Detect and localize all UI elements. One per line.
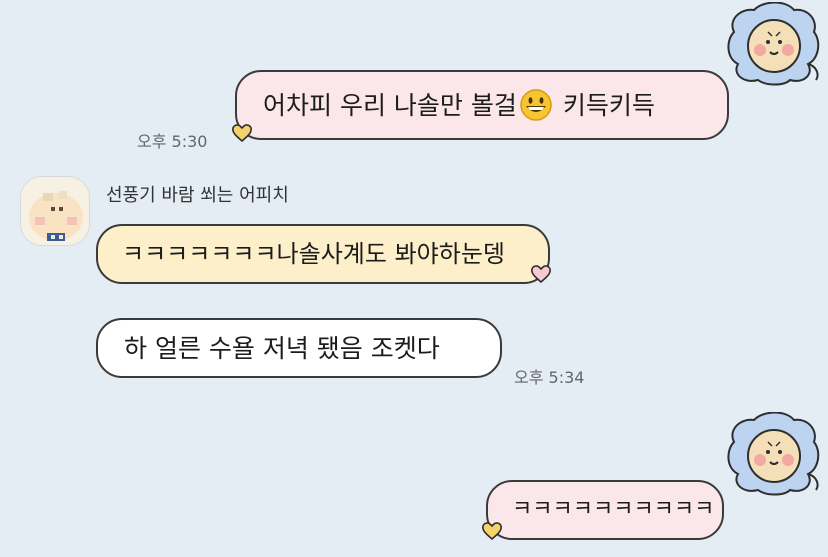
my-message-bubble[interactable]: ㅋㅋㅋㅋㅋㅋㅋㅋㅋㅋ bbox=[486, 480, 724, 540]
peer-message-bubble[interactable]: ㅋㅋㅋㅋㅋㅋㅋ나솔사계도 봐야하눈뎅 bbox=[96, 224, 550, 284]
lion-avatar-icon[interactable] bbox=[724, 412, 822, 496]
peer-message-bubble[interactable]: 하 얼른 수욜 저녁 됐음 조켓다 bbox=[96, 318, 502, 378]
grinning-face-emoji-icon bbox=[520, 89, 552, 121]
peer-avatar[interactable] bbox=[20, 176, 90, 246]
message-time: 오후 5:30 bbox=[137, 132, 208, 151]
message-text: ㅋㅋㅋㅋㅋㅋㅋ나솔사계도 봐야하눈뎅 bbox=[122, 240, 505, 268]
heart-icon bbox=[531, 265, 551, 284]
lion-avatar-icon[interactable] bbox=[724, 2, 822, 86]
message-time: 오후 5:34 bbox=[514, 368, 585, 387]
message-text: 키득키득 bbox=[562, 90, 655, 120]
peach-avatar-icon bbox=[21, 177, 89, 245]
sender-name: 선풍기 바람 쐬는 어피치 bbox=[106, 185, 289, 206]
message-text: 하 얼른 수욜 저녁 됐음 조켓다 bbox=[124, 333, 440, 363]
chat-room: 어차피 우리 나솔만 볼걸 키득키득 오후 5:30 선풍기 바람 쐬는 어피치… bbox=[0, 0, 828, 557]
heart-icon bbox=[232, 124, 252, 143]
message-text: ㅋㅋㅋㅋㅋㅋㅋㅋㅋㅋ bbox=[512, 497, 715, 522]
my-message-bubble[interactable]: 어차피 우리 나솔만 볼걸 키득키득 bbox=[235, 70, 729, 140]
message-text: 어차피 우리 나솔만 볼걸 bbox=[263, 90, 517, 120]
heart-icon bbox=[482, 522, 502, 541]
